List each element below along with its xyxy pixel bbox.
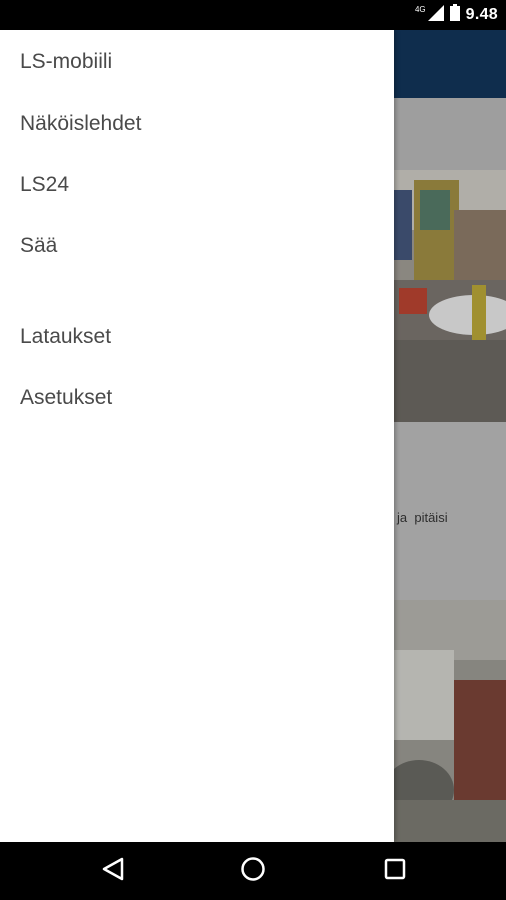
recents-icon — [384, 858, 406, 885]
status-bar: 4G 9.48 — [0, 0, 506, 30]
drawer-item-ls-mobiili[interactable]: LS-mobiili — [20, 50, 112, 74]
system-nav-bar — [0, 842, 506, 900]
drawer-item-ls24[interactable]: LS24 — [20, 173, 69, 197]
status-icons: 4G 9.48 — [414, 4, 498, 26]
home-button[interactable] — [236, 854, 270, 888]
recents-button[interactable] — [378, 854, 412, 888]
back-icon — [102, 857, 124, 886]
drawer-item-saa[interactable]: Sää — [20, 234, 57, 258]
clock: 9.48 — [465, 6, 498, 23]
signal-icon — [427, 4, 444, 26]
battery-icon — [449, 4, 460, 26]
article-image — [394, 170, 506, 422]
article-snippet: ja pitäisi — [397, 510, 448, 525]
network-type: 4G — [414, 4, 426, 14]
navigation-drawer: LS-mobiili Näköislehdet LS24 Sää Latauks… — [0, 30, 394, 842]
home-icon — [240, 856, 266, 887]
drawer-item-asetukset[interactable]: Asetukset — [20, 386, 112, 410]
drawer-item-naköislehdet[interactable]: Näköislehdet — [20, 112, 141, 136]
drawer-item-lataukset[interactable]: Lataukset — [20, 325, 111, 349]
article-image-2 — [394, 600, 506, 842]
back-button[interactable] — [96, 854, 130, 888]
